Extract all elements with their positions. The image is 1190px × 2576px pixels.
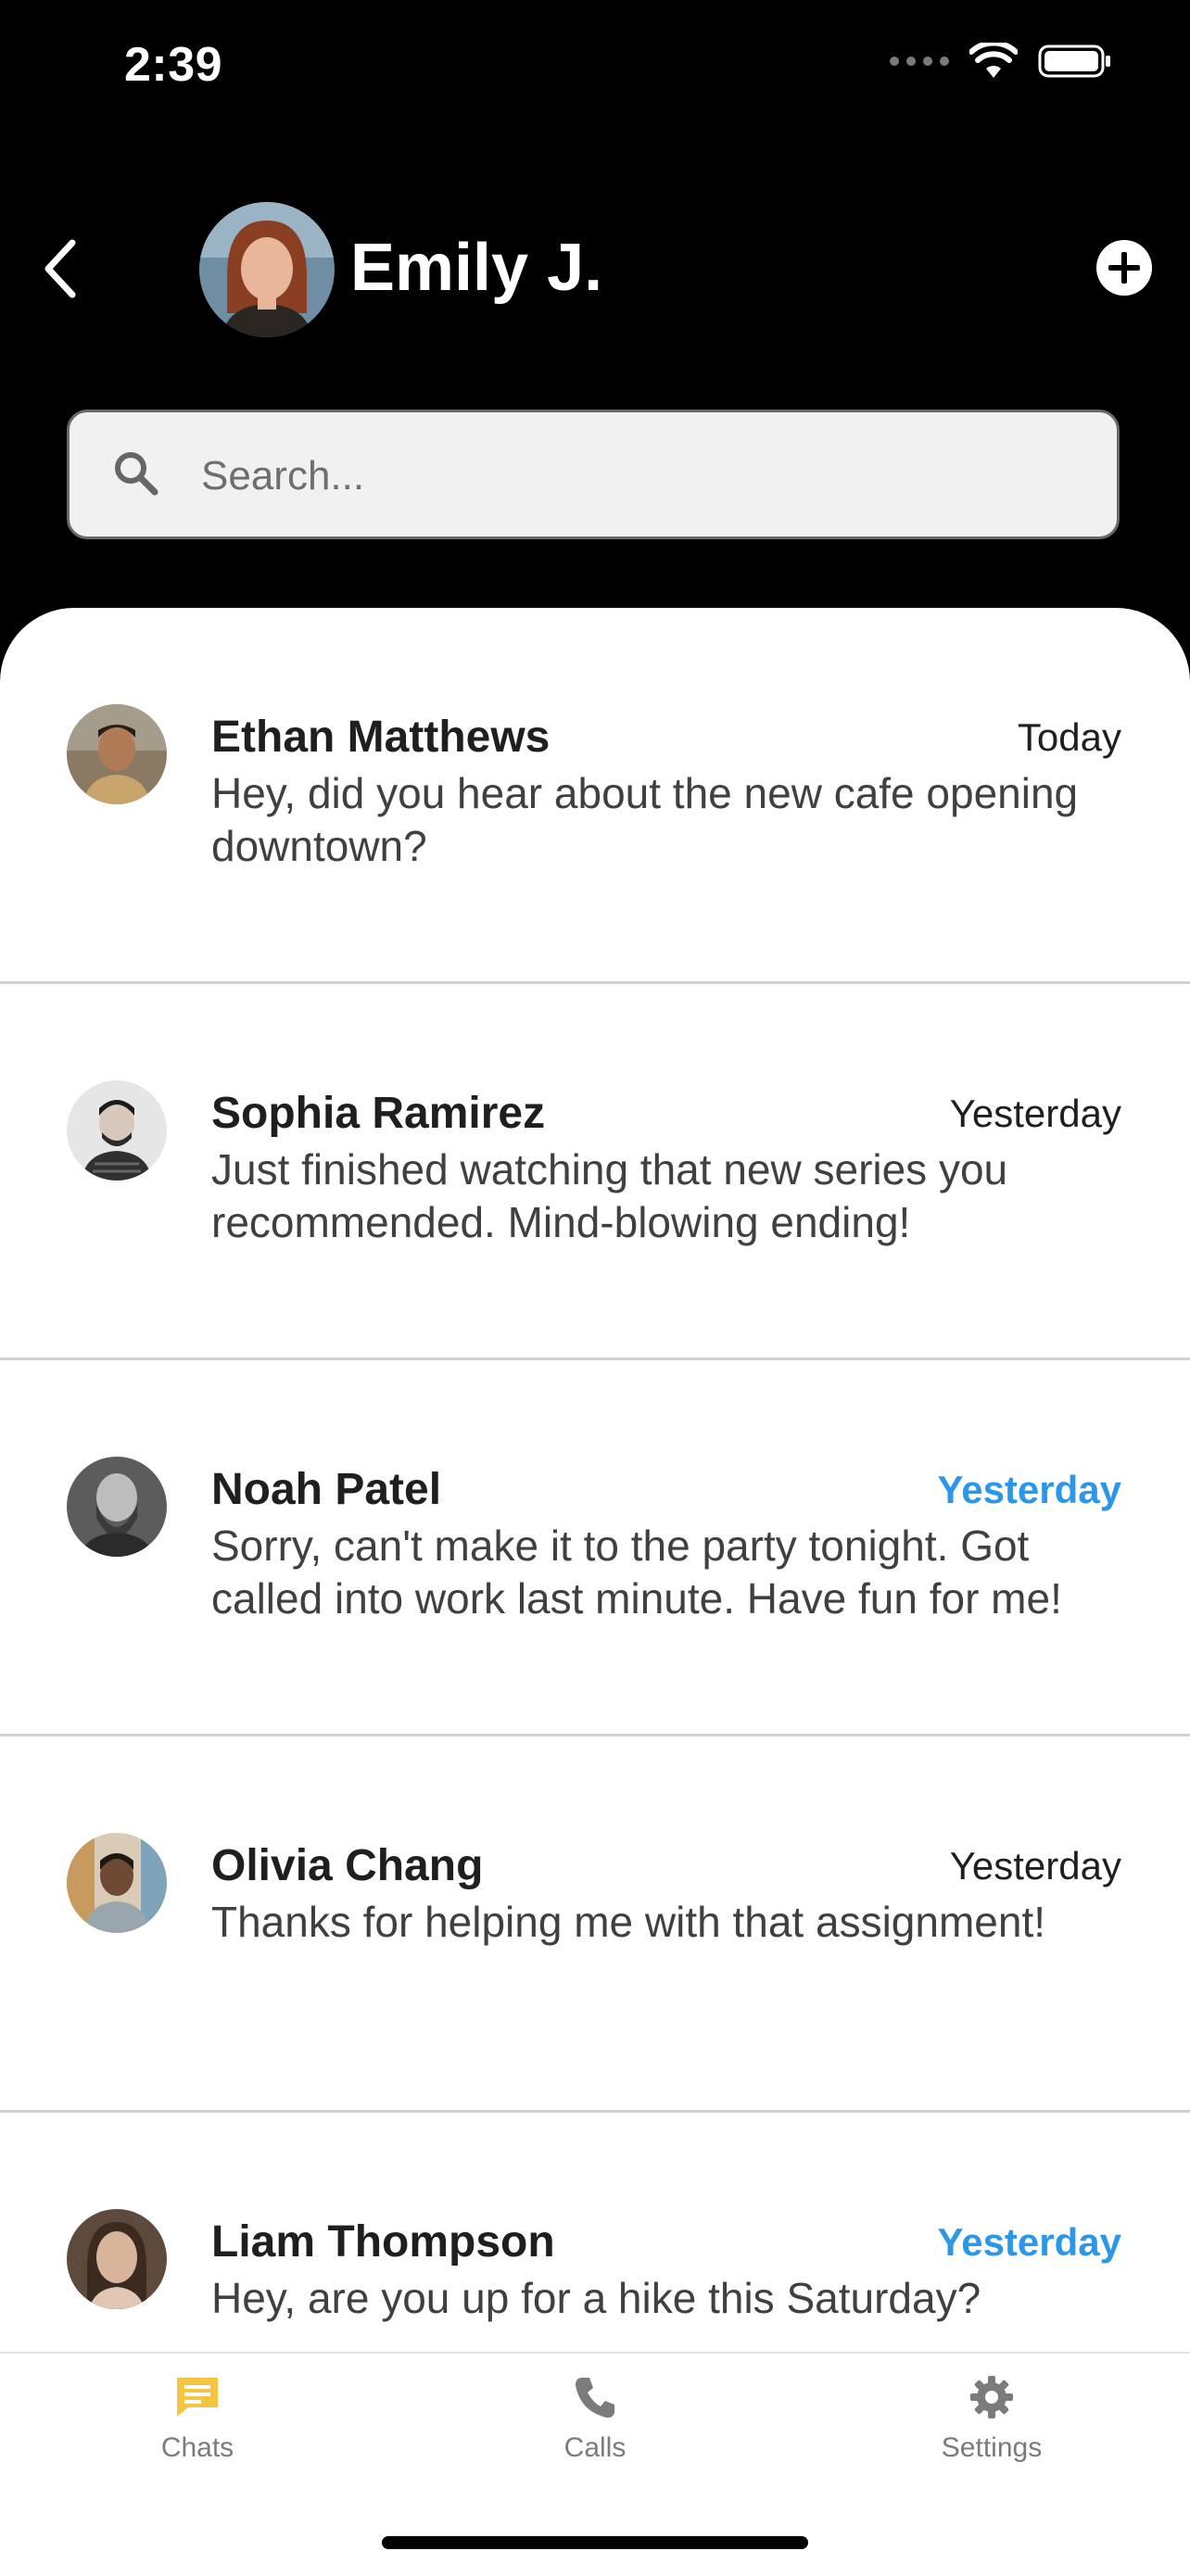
chat-bubble-icon [105,2374,290,2425]
wifi-icon [969,43,1018,80]
tab-chats[interactable]: Chats [105,2374,290,2464]
avatar [67,1080,167,1181]
search-bar [67,410,1120,539]
message-time: Yesterday [949,1092,1121,1135]
tab-label: Calls [563,2432,627,2463]
search-icon [112,449,160,502]
tab-calls[interactable]: Calls [502,2374,688,2464]
message-time: Yesterday [937,1468,1121,1511]
phone-icon [502,2374,688,2425]
chat-list-item[interactable]: Ethan Matthews Today Hey, did you hear a… [0,608,1190,984]
search-input[interactable] [199,438,1074,514]
status-bar: 2:39 [0,0,1190,130]
tab-settings[interactable]: Settings [899,2374,1084,2464]
tab-label: Chats [160,2432,234,2463]
header: Emily J. [0,185,1190,352]
message-preview: Just finished watching that new series y… [211,1145,1008,1246]
chat-list-item[interactable]: Sophia Ramirez Yesterday Just finished w… [0,984,1190,1360]
message-preview: Hey, did you hear about the new cafe ope… [211,769,1079,870]
contact-name: Olivia Chang [211,1841,484,1890]
status-icons [890,43,1112,80]
back-icon[interactable] [37,232,83,306]
battery-icon [1038,43,1112,80]
message-preview: Thanks for helping me with that assignme… [211,1898,1046,1946]
message-time: Yesterday [949,1844,1121,1888]
chat-list-item[interactable]: Olivia Chang Yesterday Thanks for helpin… [0,1736,1190,2113]
chat-list-item[interactable]: Noah Patel Yesterday Sorry, can't make i… [0,1360,1190,1736]
contact-name: Ethan Matthews [211,713,551,762]
add-chat-button[interactable] [1095,239,1153,297]
message-preview: Hey, are you up for a hike this Saturday… [211,2274,981,2322]
avatar [67,1833,167,1933]
contact-name: Liam Thompson [211,2217,555,2267]
avatar [67,1457,167,1557]
chat-list: Ethan Matthews Today Hey, did you hear a… [0,608,1190,2489]
message-preview: Sorry, can't make it to the party tonigh… [211,1522,1062,1623]
contact-name: Sophia Ramirez [211,1089,546,1138]
status-time: 2:39 [124,38,223,92]
chat-list-panel: Ethan Matthews Today Hey, did you hear a… [0,608,1190,2574]
contact-name: Noah Patel [211,1465,442,1514]
signal-icon [890,57,949,66]
tab-label: Settings [941,2432,1043,2463]
avatar [67,2209,167,2309]
avatar [67,704,167,804]
message-time: Yesterday [937,2220,1121,2264]
home-indicator [382,2536,808,2549]
message-time: Today [1017,715,1121,759]
header-title: Emily J. [350,231,603,305]
gear-icon [899,2374,1084,2425]
avatar[interactable] [199,202,335,337]
